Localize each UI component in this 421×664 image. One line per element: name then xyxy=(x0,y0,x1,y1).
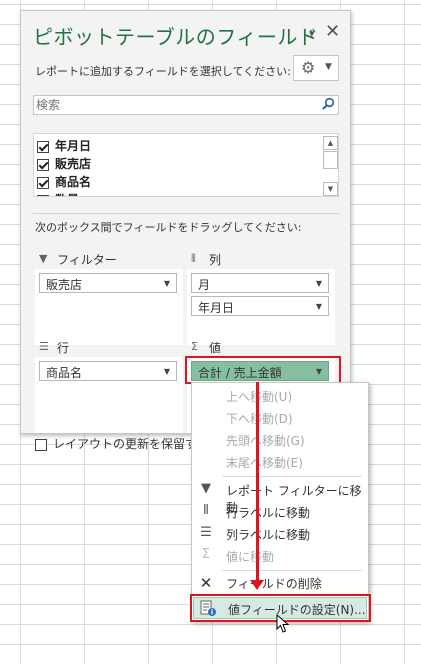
menu-item-label: 先頭へ移動(G) xyxy=(226,434,305,448)
columns-area[interactable]: 月 ▼ 年月日 ▼ xyxy=(187,269,335,345)
checkbox[interactable] xyxy=(37,194,49,196)
rows-icon: ☰ xyxy=(200,525,212,540)
field-label: 数量 xyxy=(55,193,79,196)
menu-item-move-down[interactable]: 下へ移動(D) xyxy=(192,407,368,429)
checkbox[interactable] xyxy=(37,140,49,153)
menu-separator xyxy=(222,570,362,571)
values-area-label: 値 xyxy=(209,341,222,355)
tools-button[interactable]: ⚙ ▼ xyxy=(293,55,339,81)
field-label: 年月日 xyxy=(55,139,92,153)
columns-icon: ⦀ xyxy=(203,503,209,518)
search-icon[interactable] xyxy=(321,97,335,111)
rows-area-label: 行 xyxy=(57,341,70,355)
menu-item-label: 末尾へ移動(E) xyxy=(226,456,303,470)
checkbox[interactable] xyxy=(37,176,49,189)
chip-label: 月 xyxy=(198,278,211,292)
chevron-down-icon[interactable]: ▼ xyxy=(164,279,170,288)
scroll-thumb[interactable] xyxy=(323,151,338,169)
scroll-down-icon[interactable]: ▼ xyxy=(323,182,338,196)
red-arrow-head xyxy=(250,580,264,590)
field-list-scrollbar[interactable]: ▲ ▼ xyxy=(323,136,338,196)
column-field-chip[interactable]: 年月日 ▼ xyxy=(191,296,329,316)
menu-item-move-to-top[interactable]: 先頭へ移動(G) xyxy=(192,429,368,451)
close-icon: ✕ xyxy=(199,574,213,592)
field-item-date[interactable]: 年月日 xyxy=(37,137,91,155)
filter-icon: ▼ xyxy=(201,481,211,496)
filter-area-header: ▼ フィルター xyxy=(35,249,183,269)
divider xyxy=(33,213,339,214)
menu-item-label: 行ラベルに移動 xyxy=(226,506,311,520)
chevron-down-icon[interactable]: ▼ xyxy=(316,279,322,288)
menu-item-move-to-values[interactable]: Σ 値に移動 xyxy=(192,545,368,567)
columns-icon: ⦀ xyxy=(191,252,196,265)
chevron-down-icon: ▼ xyxy=(325,62,332,72)
menu-item-label: 列ラベルに移動 xyxy=(226,528,311,542)
menu-item-label: 下へ移動(D) xyxy=(226,412,293,426)
pane-title: ピボットテーブルのフィールド xyxy=(33,25,319,49)
checkbox[interactable] xyxy=(35,438,47,451)
chip-label: 年月日 xyxy=(198,301,235,315)
filter-icon: ▼ xyxy=(39,252,48,265)
field-item-quantity[interactable]: 数量 xyxy=(37,191,79,196)
defer-update-label: レイアウトの更新を保留する xyxy=(53,437,210,451)
field-list: 年月日 販売店 商品名 数量 ▲ ▼ xyxy=(33,133,339,197)
red-arrow-line xyxy=(256,382,259,582)
menu-item-remove-field[interactable]: ✕ フィールドの削除 xyxy=(192,572,368,594)
menu-item-move-up[interactable]: 上へ移動(U) xyxy=(192,385,368,407)
context-menu: 上へ移動(U) 下へ移動(D) 先頭へ移動(G) 末尾へ移動(E) ▼ レポート… xyxy=(191,382,369,622)
field-label: 販売店 xyxy=(55,157,92,171)
column-field-chip[interactable]: 月 ▼ xyxy=(191,273,329,293)
rows-area-header: ☰ 行 xyxy=(35,337,183,357)
field-instruction: レポートに追加するフィールドを選択してください: xyxy=(35,65,291,78)
menu-item-label: 上へ移動(U) xyxy=(226,390,293,404)
checkbox[interactable] xyxy=(37,158,49,171)
columns-area-label: 列 xyxy=(209,253,222,267)
defer-update-option[interactable]: レイアウトの更新を保留する xyxy=(35,435,209,452)
menu-item-move-to-filter[interactable]: ▼ レポート フィルターに移動 xyxy=(192,479,368,515)
search-input[interactable] xyxy=(36,97,316,113)
values-area-header: Σ 値 xyxy=(187,337,335,357)
mouse-pointer-icon xyxy=(276,614,290,633)
gear-icon: ⚙ xyxy=(301,58,316,77)
chevron-down-icon[interactable]: ▼ xyxy=(164,367,170,376)
field-item-store[interactable]: 販売店 xyxy=(37,155,91,173)
drag-instruction: 次のボックス間でフィールドをドラッグしてください: xyxy=(35,221,302,234)
menu-item-move-to-row-labels[interactable]: ⦀ 行ラベルに移動 xyxy=(192,501,368,523)
filter-field-chip[interactable]: 販売店 ▼ xyxy=(39,273,177,293)
filter-area-label: フィルター xyxy=(57,253,117,267)
field-item-product[interactable]: 商品名 xyxy=(37,173,91,191)
menu-separator xyxy=(222,476,362,477)
menu-item-move-to-end[interactable]: 末尾へ移動(E) xyxy=(192,451,368,473)
chevron-down-icon[interactable]: ▼ xyxy=(316,302,322,311)
menu-item-label: フィールドの削除 xyxy=(226,577,322,591)
menu-item-label: 値に移動 xyxy=(226,550,275,564)
value-chip-highlight-box xyxy=(185,356,341,384)
chip-label: 商品名 xyxy=(46,366,83,380)
sigma-icon: Σ xyxy=(191,340,198,353)
row-field-chip[interactable]: 商品名 ▼ xyxy=(39,361,177,381)
columns-area-header: ⦀ 列 xyxy=(187,249,335,269)
rows-area[interactable]: 商品名 ▼ xyxy=(35,357,183,433)
field-label: 商品名 xyxy=(55,175,92,189)
rows-icon: ☰ xyxy=(39,340,49,353)
pane-options-chevron-icon[interactable]: ▾ xyxy=(309,27,315,40)
scroll-up-icon[interactable]: ▲ xyxy=(323,136,338,150)
search-box[interactable] xyxy=(33,95,339,115)
chip-label: 販売店 xyxy=(46,278,83,292)
menu-item-move-to-column-labels[interactable]: ☰ 列ラベルに移動 xyxy=(192,523,368,545)
close-icon[interactable]: ✕ xyxy=(325,21,340,42)
sigma-icon: Σ xyxy=(201,547,211,562)
filter-area[interactable]: 販売店 ▼ xyxy=(35,269,183,345)
